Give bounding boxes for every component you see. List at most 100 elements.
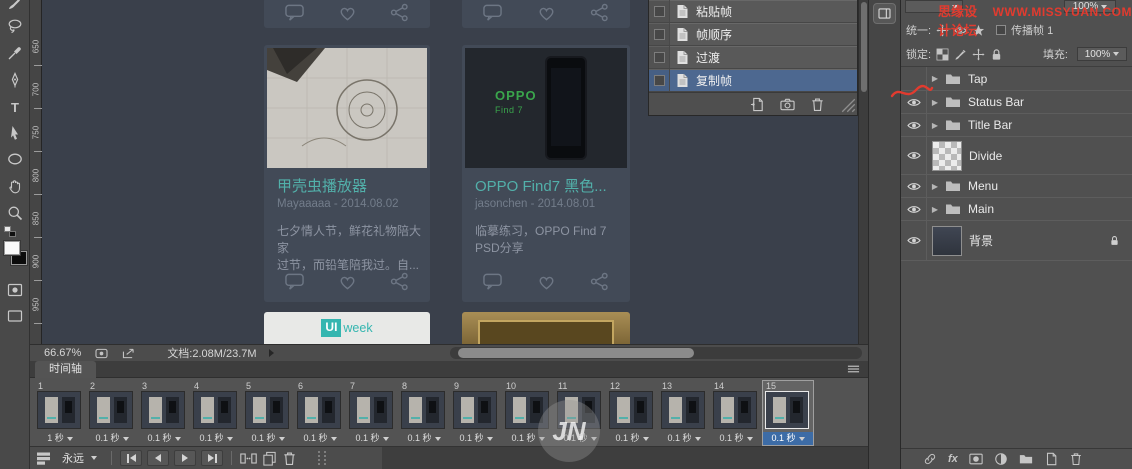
visibility-toggle[interactable] [901,221,927,260]
tab-timeline[interactable]: 时间轴 [35,361,96,378]
disclosure-arrow-icon[interactable]: ▶ [927,98,943,107]
blend-mode-select[interactable] [905,0,963,13]
play-button[interactable] [174,450,196,466]
horizontal-scrollbar-thumb[interactable] [458,348,694,358]
foreground-color-swatch[interactable] [4,241,20,255]
frame-duration-select[interactable]: 0.1 秒 [399,432,449,445]
delete-frame-button[interactable] [282,451,297,466]
status-menu-arrow-icon[interactable] [268,349,274,357]
history-source-checkbox[interactable] [649,0,670,22]
frame-duration-select[interactable]: 0.1 秒 [139,432,189,445]
frame-6[interactable]: 6 0.1 秒 [295,381,345,445]
lasso-tool-icon[interactable] [0,14,30,38]
disclosure-arrow-icon[interactable]: ▶ [927,205,943,214]
pen-tool-icon[interactable] [0,68,30,92]
disclosure-arrow-icon[interactable]: ▶ [927,74,943,83]
new-document-from-state-button[interactable] [750,97,765,112]
horizontal-scrollbar[interactable] [450,347,862,359]
layer-row-title-bar[interactable]: ▶ Title Bar [901,114,1132,137]
frame-duration-select[interactable]: 0.1 秒 [711,432,761,445]
panel-menu-icon[interactable] [847,364,860,374]
vertical-scrollbar-thumb[interactable] [861,2,867,92]
frame-duration-select[interactable]: 0.1 秒 [191,432,241,445]
new-group-button[interactable] [1019,452,1033,466]
frame-duration-select[interactable]: 0.1 秒 [347,432,397,445]
collapsed-panel-icon[interactable] [873,3,896,24]
frame-duration-select[interactable]: 0.1 秒 [503,432,553,445]
frame-8[interactable]: 8 0.1 秒 [399,381,449,445]
adjustment-layer-button[interactable] [994,452,1008,466]
frame-duration-select[interactable]: 0.1 秒 [607,432,657,445]
visibility-toggle[interactable] [901,198,927,220]
frame-duration-select[interactable]: 0.1 秒 [295,432,345,445]
screen-mode-icon[interactable] [0,304,30,328]
eyedropper-tool-icon[interactable] [0,41,30,65]
frame-15-selected[interactable]: 15 0.1 秒 [762,380,814,446]
new-snapshot-button[interactable] [780,97,795,112]
unify-style-icon[interactable] [972,24,985,37]
panel-drag-grip[interactable] [318,451,326,465]
history-state-row[interactable]: 过渡 [649,46,857,69]
frame-10[interactable]: 10 0.1 秒 [503,381,553,445]
frame-duration-select[interactable]: 0.1 秒 [451,432,501,445]
frame-duration-select[interactable]: 1 秒 [35,432,85,445]
fill-select[interactable]: 100% [1077,47,1127,61]
frame-9[interactable]: 9 0.1 秒 [451,381,501,445]
layer-row-background[interactable]: 背景 [901,221,1132,261]
first-frame-button[interactable] [120,450,142,466]
delete-layer-button[interactable] [1069,452,1083,466]
unify-position-icon[interactable] [936,24,949,37]
layer-effects-button[interactable]: fx [948,453,958,465]
visibility-toggle[interactable] [901,114,927,136]
frame-4[interactable]: 4 0.1 秒 [191,381,241,445]
frame-7[interactable]: 7 0.1 秒 [347,381,397,445]
layer-row-tap[interactable]: ▶ Tap [901,67,1132,91]
layer-row-divide[interactable]: Divide [901,137,1132,175]
history-source-checkbox[interactable] [649,69,670,91]
quick-mask-icon[interactable] [0,278,30,302]
layer-row-menu[interactable]: ▶ Menu [901,175,1132,198]
lock-pixels-icon[interactable] [954,48,967,61]
layer-row-main[interactable]: ▶ Main [901,198,1132,221]
ellipse-tool-icon[interactable] [0,147,30,171]
visibility-toggle[interactable] [901,175,927,197]
panel-resize-grip[interactable] [841,98,856,113]
duplicate-frame-button[interactable] [262,451,277,466]
brush-tool-icon[interactable] [0,0,30,15]
history-state-row[interactable]: 粘贴帧 [649,0,857,23]
lock-all-icon[interactable] [990,48,1003,61]
frame-1[interactable]: 11 秒 [35,381,85,445]
visibility-toggle[interactable] [901,137,927,174]
unify-visibility-icon[interactable] [954,24,967,37]
frame-13[interactable]: 13 0.1 秒 [659,381,709,445]
history-source-checkbox[interactable] [649,23,670,45]
preview-icon[interactable] [95,348,108,359]
convert-to-video-timeline-button[interactable] [36,451,51,466]
vertical-scrollbar[interactable] [858,0,868,344]
frame-duration-select[interactable]: 0.1 秒 [555,432,605,445]
layer-thumbnail[interactable] [932,140,962,171]
frame-duration-select[interactable]: 0.1 秒 [763,432,813,445]
frame-5[interactable]: 5 0.1 秒 [243,381,293,445]
frame-duration-select[interactable]: 0.1 秒 [659,432,709,445]
type-tool-icon[interactable]: T [0,95,30,119]
frame-duration-select[interactable]: 0.1 秒 [87,432,137,445]
export-icon[interactable] [122,348,135,359]
zoom-level[interactable]: 66.67% [44,347,81,359]
frame-11[interactable]: 11 0.1 秒 [555,381,605,445]
frame-duration-select[interactable]: 0.1 秒 [243,432,293,445]
hand-tool-icon[interactable] [0,174,30,198]
path-selection-tool-icon[interactable] [0,121,30,145]
lock-position-icon[interactable] [972,48,985,61]
new-layer-button[interactable] [1044,452,1058,466]
visibility-toggle-off[interactable] [901,67,927,90]
history-state-row[interactable]: 帧顺序 [649,23,857,46]
delete-state-button[interactable] [810,97,825,112]
frame-3[interactable]: 3 0.1 秒 [139,381,189,445]
frame-12[interactable]: 12 0.1 秒 [607,381,657,445]
add-layer-mask-button[interactable] [969,452,983,466]
next-frame-button[interactable] [201,450,223,466]
visibility-toggle[interactable] [901,91,927,113]
propagate-frame-checkbox[interactable] [996,25,1007,35]
loop-count-select[interactable]: 永远 [56,450,103,466]
